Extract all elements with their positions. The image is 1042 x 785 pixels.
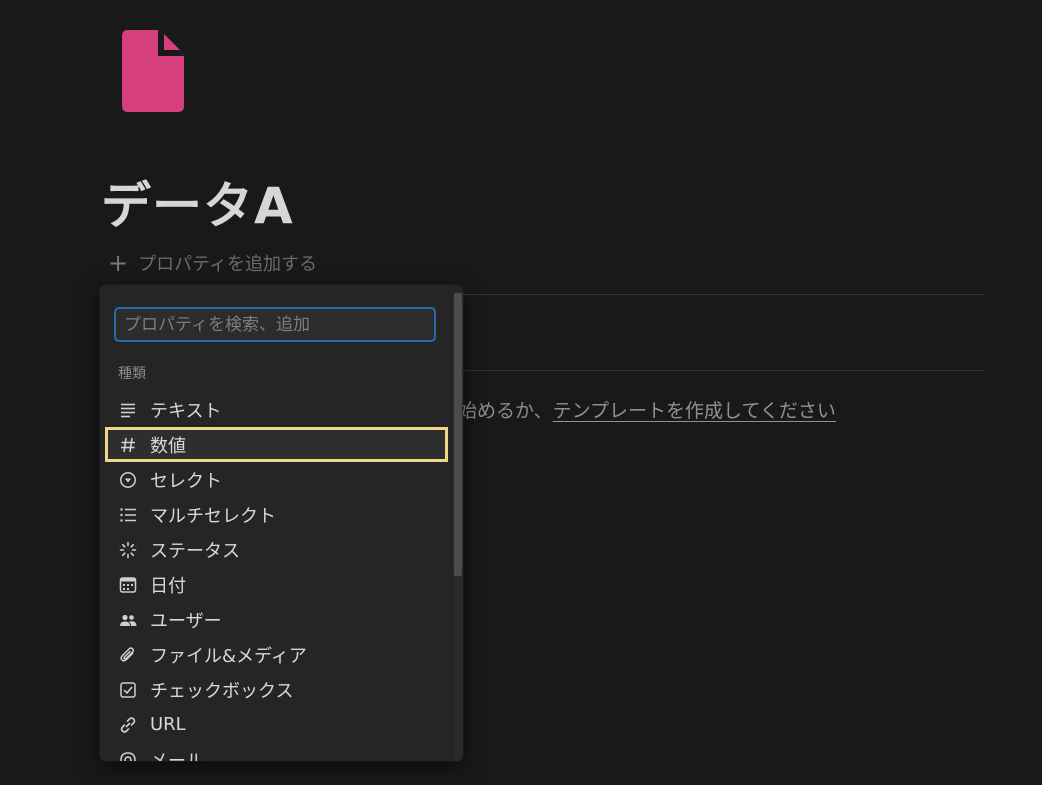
type-item-label: ファイル&メディア	[150, 645, 307, 667]
calendar-icon	[118, 575, 138, 595]
type-item-label: 数値	[150, 435, 186, 457]
checkbox-icon	[118, 680, 138, 700]
section-label: 種類	[118, 366, 146, 382]
empty-hint-text: 始めるか、	[458, 400, 553, 422]
type-item-label: ステータス	[150, 540, 240, 562]
type-item-text[interactable]: テキスト	[100, 392, 451, 427]
property-search-input[interactable]	[114, 307, 436, 342]
plus-icon: +	[108, 249, 129, 277]
menu-scrollbar[interactable]	[453, 293, 463, 761]
type-item-url[interactable]: URL	[100, 707, 451, 742]
type-item-date[interactable]: 日付	[100, 567, 451, 602]
property-type-list: テキスト 数値 セレクト マルチセレクト ステータス 日付 ユーザー ファイル&…	[100, 392, 451, 761]
add-property-label: プロパティを追加する	[138, 254, 318, 275]
paperclip-icon	[118, 645, 138, 665]
type-item-label: マルチセレクト	[150, 505, 276, 527]
type-item-person[interactable]: ユーザー	[100, 602, 451, 637]
type-item-label: テキスト	[150, 400, 222, 422]
type-item-checkbox[interactable]: チェックボックス	[100, 672, 451, 707]
type-item-label: チェックボックス	[150, 680, 294, 702]
hash-icon	[118, 435, 138, 455]
property-type-menu: 種類 テキスト 数値 セレクト マルチセレクト	[100, 285, 463, 761]
type-item-files[interactable]: ファイル&メディア	[100, 637, 451, 672]
type-item-status[interactable]: ステータス	[100, 532, 451, 567]
scrollbar-thumb[interactable]	[454, 293, 462, 576]
add-property-button[interactable]: + プロパティを追加する	[108, 250, 317, 276]
page-title[interactable]: データA	[101, 166, 294, 238]
type-item-label: ユーザー	[150, 610, 222, 632]
document-icon[interactable]	[120, 28, 186, 114]
type-item-label: URL	[150, 714, 186, 735]
select-circle-icon	[118, 470, 138, 490]
type-item-label: メール	[150, 750, 204, 762]
type-item-label: 日付	[150, 575, 186, 597]
divider	[462, 294, 985, 295]
link-icon	[118, 715, 138, 735]
type-item-select[interactable]: セレクト	[100, 462, 451, 497]
type-item-multi-select[interactable]: マルチセレクト	[100, 497, 451, 532]
list-icon	[118, 505, 138, 525]
status-spinner-icon	[118, 540, 138, 560]
create-template-link[interactable]: テンプレートを作成してください	[553, 400, 836, 422]
type-item-number[interactable]: 数値	[105, 427, 448, 462]
type-item-label: セレクト	[150, 470, 222, 492]
people-icon	[118, 610, 138, 630]
divider	[462, 370, 985, 371]
at-icon	[118, 750, 138, 761]
empty-hint: 始めるか、テンプレートを作成してください	[458, 396, 836, 423]
text-lines-icon	[118, 400, 138, 420]
type-item-email[interactable]: メール	[100, 742, 451, 761]
